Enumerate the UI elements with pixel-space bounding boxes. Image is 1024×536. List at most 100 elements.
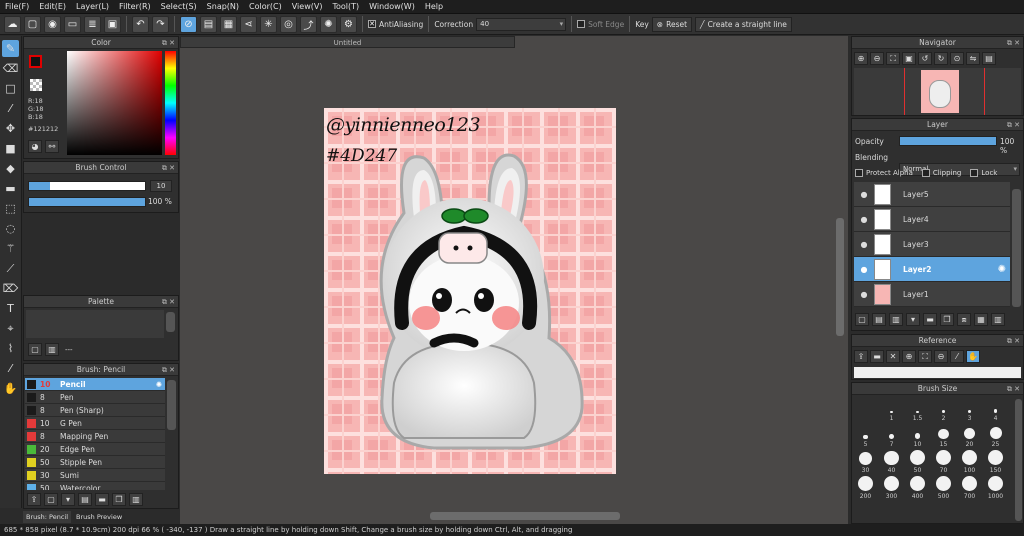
- brush-item[interactable]: 10 G Pen: [25, 417, 165, 430]
- tab-brush-preview[interactable]: Brush Preview: [73, 511, 126, 523]
- brush-size-cell[interactable]: 150: [983, 449, 1008, 474]
- snap-gear-icon[interactable]: ⚙: [340, 15, 357, 33]
- panel-close-icon[interactable]: ⧉ ✕: [162, 364, 175, 376]
- soft-edge-checkbox[interactable]: [577, 20, 586, 28]
- canvas-vertical-scrollbar[interactable]: [836, 218, 844, 336]
- brush-delete-icon[interactable]: ▥: [129, 493, 143, 506]
- parallel-snap-icon[interactable]: ▤: [200, 15, 217, 33]
- operation-tool-icon[interactable]: ⌇: [2, 340, 19, 357]
- brush-size-cell[interactable]: 3: [957, 397, 982, 422]
- bucket-tool-icon[interactable]: ◆: [2, 160, 19, 177]
- brush-size-cell[interactable]: 5: [853, 423, 878, 448]
- delete-layer-icon[interactable]: ▥: [991, 313, 1005, 326]
- brush-item[interactable]: 8 Mapping Pen: [25, 430, 165, 443]
- brush-size-scrollbar[interactable]: [1015, 399, 1022, 521]
- clear-layer-icon[interactable]: ▦: [974, 313, 988, 326]
- foreground-color-swatch[interactable]: [29, 55, 42, 68]
- snap-setting-icon[interactable]: ✺: [320, 15, 337, 33]
- panel-close-icon[interactable]: ⧉ ✕: [162, 162, 175, 174]
- layer-row[interactable]: ● Layer5: [854, 182, 1010, 207]
- tab-brush-pencil[interactable]: Brush: Pencil: [23, 511, 72, 523]
- layer-visibility-icon[interactable]: ●: [854, 265, 874, 274]
- protect-alpha-checkbox[interactable]: [855, 169, 863, 177]
- brush-item[interactable]: 30 Sumi: [25, 469, 165, 482]
- brush-size-cell[interactable]: 15: [931, 423, 956, 448]
- brush-size-cell[interactable]: 30: [853, 449, 878, 474]
- brush-item[interactable]: 50 Stipple Pen: [25, 456, 165, 469]
- brush-size-cell[interactable]: 1: [879, 397, 904, 422]
- chat-icon[interactable]: ◉: [44, 15, 61, 33]
- reference-open-icon[interactable]: ▬: [870, 350, 884, 363]
- flip-icon[interactable]: ⇋: [966, 52, 980, 65]
- duplicate-layer-icon[interactable]: ❐: [940, 313, 954, 326]
- brush-tool-icon[interactable]: ✎: [2, 40, 19, 57]
- brush-size-cell[interactable]: 7: [879, 423, 904, 448]
- brush-list-scrollbar[interactable]: [167, 380, 176, 430]
- dot-tool-icon[interactable]: ⁄: [2, 100, 19, 117]
- text-tool-icon[interactable]: T: [2, 300, 19, 317]
- panel-close-icon[interactable]: ⧉ ✕: [1007, 37, 1020, 49]
- navigator-extra-icon[interactable]: ▤: [982, 52, 996, 65]
- palette-scrollbar[interactable]: [166, 312, 175, 332]
- add-layer-icon[interactable]: ▢: [855, 313, 869, 326]
- brush-size-cell[interactable]: 400: [905, 475, 930, 500]
- menu-item-select[interactable]: Select(S): [156, 0, 202, 14]
- add-layer-menu-icon[interactable]: ▾: [906, 313, 920, 326]
- reset-button[interactable]: ⊗ Reset: [651, 16, 693, 32]
- brush-size-cell[interactable]: 70: [931, 449, 956, 474]
- cloud-icon[interactable]: ☁: [4, 15, 21, 33]
- hue-slider[interactable]: [165, 51, 176, 155]
- brush-size-cell[interactable]: 10: [905, 423, 930, 448]
- zoom-out-icon[interactable]: ⊖: [870, 52, 884, 65]
- color-link-icon[interactable]: ⚯: [45, 140, 59, 153]
- layer-settings-icon[interactable]: ✺: [998, 264, 1006, 275]
- menu-item-view[interactable]: View(V): [287, 0, 328, 14]
- add-1bit-layer-icon[interactable]: ▥: [889, 313, 903, 326]
- reference-hand-icon[interactable]: ✋: [966, 350, 980, 363]
- brush-item[interactable]: 10 Pencil ✺: [25, 378, 165, 391]
- menu-item-file[interactable]: File(F): [0, 0, 34, 14]
- reset-rotation-icon[interactable]: ⊙: [950, 52, 964, 65]
- menu-item-layer[interactable]: Layer(L): [71, 0, 114, 14]
- menu-item-snap[interactable]: Snap(N): [202, 0, 244, 14]
- panel-close-icon[interactable]: ⧉ ✕: [1007, 383, 1020, 395]
- new-file-icon[interactable]: ▢: [24, 15, 41, 33]
- merge-layer-icon[interactable]: ⧈: [957, 313, 971, 326]
- brush-copy-icon[interactable]: ▤: [78, 493, 92, 506]
- brush-folder-icon[interactable]: ▬: [95, 493, 109, 506]
- menu-item-color[interactable]: Color(C): [244, 0, 287, 14]
- clipping-checkbox[interactable]: [921, 169, 930, 177]
- palette-add-icon[interactable]: ▢: [28, 343, 42, 356]
- brush-size-cell[interactable]: 500: [931, 475, 956, 500]
- reference-fit-icon[interactable]: ⛶: [918, 350, 932, 363]
- circle-snap-icon[interactable]: ◎: [280, 15, 297, 33]
- eyedropper-tool-icon[interactable]: ⁄: [2, 360, 19, 377]
- menu-item-filter[interactable]: Filter(R): [114, 0, 156, 14]
- menu-item-help[interactable]: Help: [420, 0, 448, 14]
- rect-fill-tool-icon[interactable]: ■: [2, 140, 19, 157]
- menu-item-edit[interactable]: Edit(E): [34, 0, 71, 14]
- add-8bit-layer-icon[interactable]: ▤: [872, 313, 886, 326]
- correction-select[interactable]: 40: [476, 17, 567, 31]
- reference-view[interactable]: [854, 367, 1021, 378]
- reference-cloud-icon[interactable]: ⇪: [854, 350, 868, 363]
- document-tab[interactable]: Untitled: [180, 36, 515, 48]
- reference-zoom-out-icon[interactable]: ⊖: [934, 350, 948, 363]
- palette-delete-icon[interactable]: ▥: [45, 343, 59, 356]
- divide-tool-icon[interactable]: ⌖: [2, 320, 19, 337]
- shape-tool-icon[interactable]: □: [2, 80, 19, 97]
- radial-snap-icon[interactable]: ✳: [260, 15, 277, 33]
- brush-size-cell[interactable]: 300: [879, 475, 904, 500]
- brush-size-value[interactable]: 10: [150, 180, 172, 192]
- undo-button[interactable]: ↶: [132, 15, 149, 33]
- reference-close-icon[interactable]: ✕: [886, 350, 900, 363]
- rotate-left-icon[interactable]: ↺: [918, 52, 932, 65]
- layer-row[interactable]: ● Layer1: [854, 282, 1010, 307]
- brush-size-cell[interactable]: 20: [957, 423, 982, 448]
- gradient-tool-icon[interactable]: ▬: [2, 180, 19, 197]
- navigator-preview[interactable]: [854, 68, 1021, 115]
- brush-size-cell[interactable]: 200: [853, 475, 878, 500]
- eraser-tool-icon[interactable]: ⌫: [2, 60, 19, 77]
- lock-checkbox[interactable]: [970, 169, 979, 177]
- reference-zoom-in-icon[interactable]: ⊕: [902, 350, 916, 363]
